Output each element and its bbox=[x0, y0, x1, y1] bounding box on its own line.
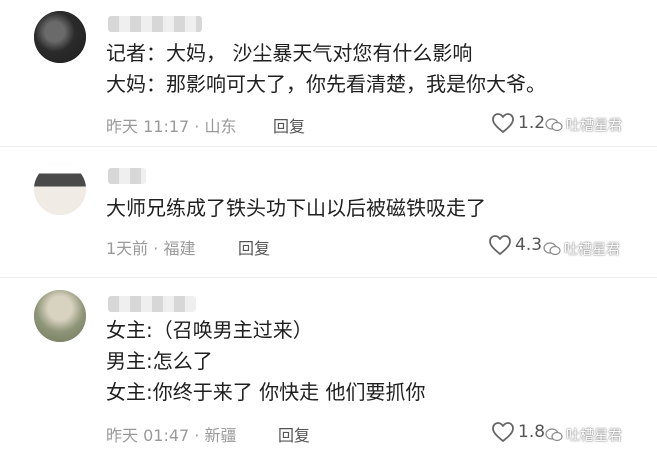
comment-text: 女主:（召唤男主过来） 男主:怎么了 女主:你终于来了 你快走 他们要抓你 bbox=[106, 315, 425, 408]
username-blurred[interactable] bbox=[108, 296, 196, 312]
username-blurred[interactable] bbox=[108, 16, 202, 32]
wechat-icon bbox=[545, 118, 563, 132]
watermark-text: 吐槽星君 bbox=[564, 242, 620, 258]
comment-line: 记者：大妈， 沙尘暴天气对您有什么影响 bbox=[106, 41, 473, 65]
like-count: 1.8 bbox=[518, 422, 546, 442]
comment-line: 男主:怎么了 bbox=[106, 349, 213, 373]
comment-text: 记者：大妈， 沙尘暴天气对您有什么影响 大妈：那影响可大了，你先看清楚，我是你大… bbox=[106, 38, 546, 100]
heart-icon bbox=[492, 422, 514, 442]
avatar[interactable] bbox=[34, 290, 86, 342]
avatar[interactable] bbox=[34, 163, 86, 215]
reply-button[interactable]: 回复 bbox=[278, 422, 310, 446]
comment-line: 女主:（召唤男主过来） bbox=[106, 318, 313, 342]
like-count: 4.3 bbox=[515, 235, 543, 255]
watermark: 吐槽星君 bbox=[545, 115, 622, 135]
heart-icon bbox=[492, 113, 514, 133]
comment-item: 大师兄练成了铁头功下山以后被磁铁吸走了 1天前 · 福建 回复 4.3 吐槽星君 bbox=[0, 148, 657, 275]
comment-line: 大师兄练成了铁头功下山以后被磁铁吸走了 bbox=[106, 196, 486, 220]
watermark: 吐槽星君 bbox=[545, 425, 622, 445]
comment-item: 记者：大妈， 沙尘暴天气对您有什么影响 大妈：那影响可大了，你先看清楚，我是你大… bbox=[0, 0, 657, 145]
username-blurred[interactable] bbox=[108, 168, 146, 184]
avatar[interactable] bbox=[34, 11, 86, 63]
reply-button[interactable]: 回复 bbox=[273, 113, 305, 137]
watermark-text: 吐槽星君 bbox=[566, 428, 622, 444]
like-count: 1.2 bbox=[518, 113, 546, 133]
like-button[interactable]: 1.2 bbox=[491, 112, 545, 134]
wechat-icon bbox=[543, 242, 561, 256]
comment-time-location: 昨天 11:17 · 山东 bbox=[106, 117, 237, 136]
comment-line: 大妈：那影响可大了，你先看清楚，我是你大爷。 bbox=[106, 72, 546, 96]
like-button[interactable]: 4.3 bbox=[488, 234, 542, 256]
comment-item: 女主:（召唤男主过来） 男主:怎么了 女主:你终于来了 你快走 他们要抓你 昨天… bbox=[0, 280, 657, 464]
comment-text: 大师兄练成了铁头功下山以后被磁铁吸走了 bbox=[106, 193, 486, 224]
watermark-text: 吐槽星君 bbox=[566, 118, 622, 134]
heart-icon bbox=[489, 235, 511, 255]
wechat-icon bbox=[545, 428, 563, 442]
comment-time-location: 昨天 01:47 · 新疆 bbox=[106, 426, 237, 445]
reply-button[interactable]: 回复 bbox=[238, 235, 270, 259]
comment-line: 女主:你终于来了 你快走 他们要抓你 bbox=[106, 380, 426, 404]
like-button[interactable]: 1.8 bbox=[491, 421, 545, 443]
divider bbox=[0, 277, 657, 278]
comment-time-location: 1天前 · 福建 bbox=[106, 239, 196, 258]
divider bbox=[0, 146, 657, 147]
watermark: 吐槽星君 bbox=[543, 239, 620, 259]
